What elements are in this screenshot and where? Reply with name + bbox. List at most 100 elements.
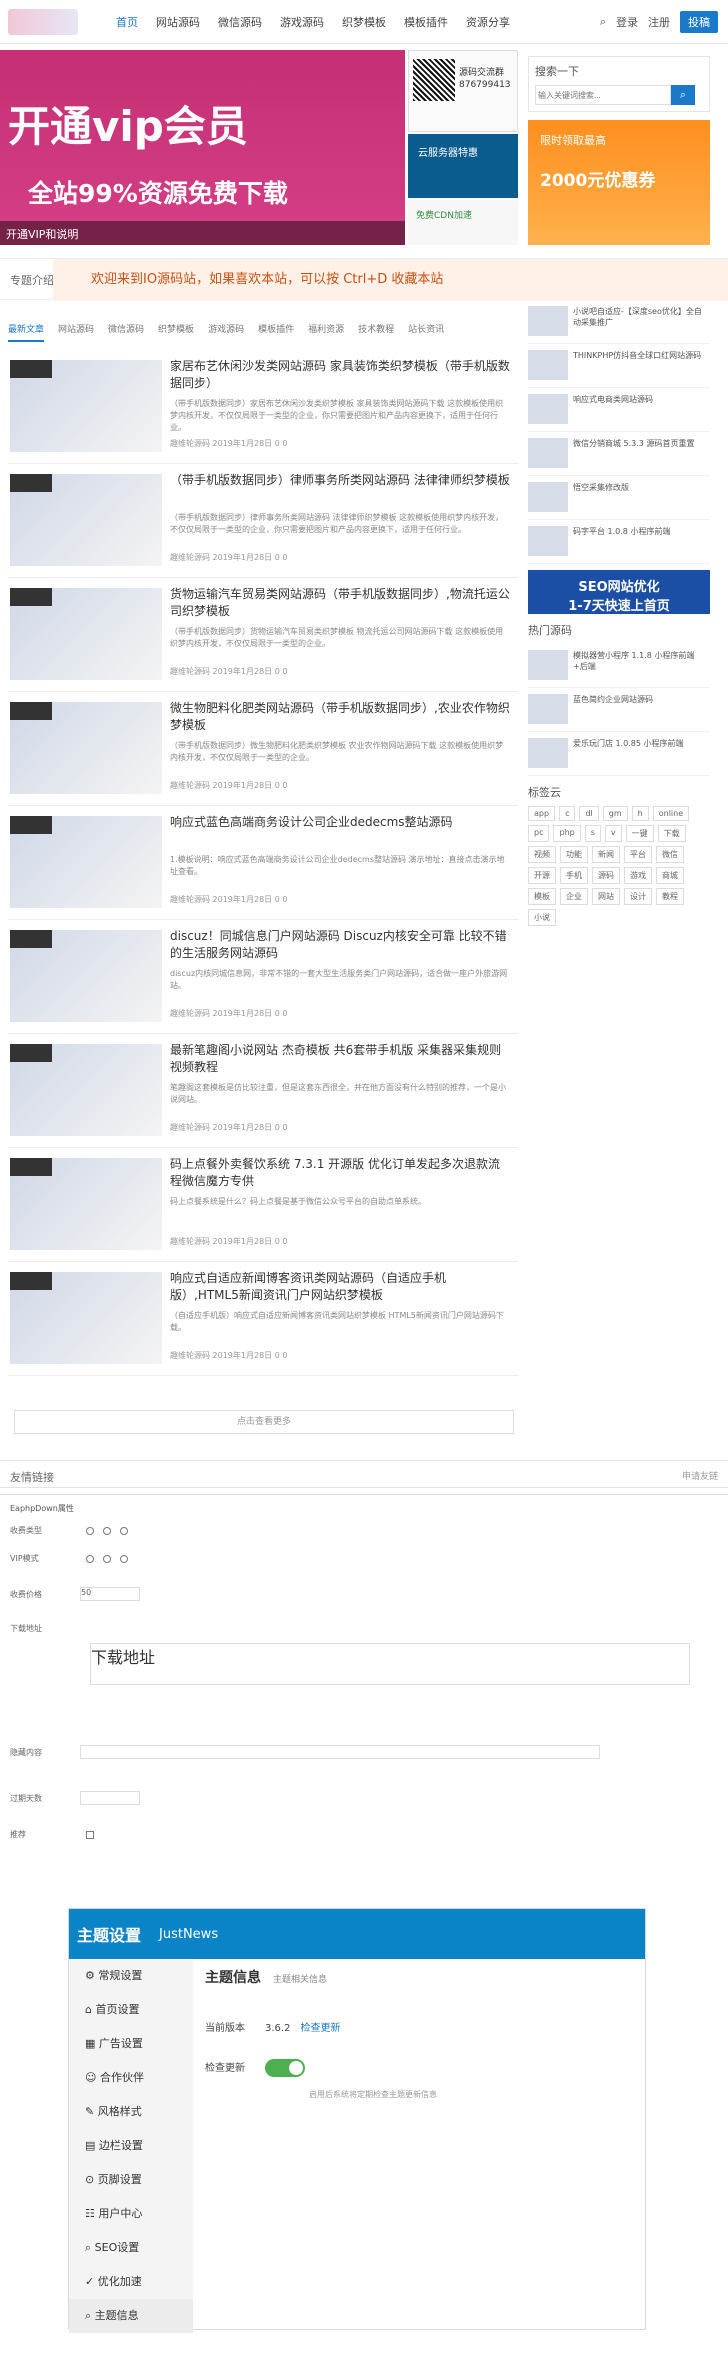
radio-option[interactable] xyxy=(103,1526,111,1535)
article-thumbnail[interactable] xyxy=(10,816,162,908)
tag-item[interactable]: 新闻 xyxy=(592,846,620,863)
sidebar-thumb[interactable] xyxy=(528,394,568,424)
menu-home[interactable]: ⌂ 首页设置 xyxy=(69,1993,193,2027)
sidebar-thumb[interactable] xyxy=(528,350,568,380)
sidebar-list-item[interactable]: 响应式电商类网站源码 xyxy=(528,388,710,432)
tab-latest[interactable]: 最新文章 xyxy=(8,322,45,342)
menu-partner[interactable]: ☺ 合作伙伴 xyxy=(69,2061,193,2095)
article-title[interactable]: discuz！同城信息门户网站源码 Discuz内核安全可靠 比较不错的生活服务… xyxy=(170,928,510,962)
article-thumbnail[interactable] xyxy=(10,474,162,566)
tag-item[interactable]: 教程 xyxy=(656,888,684,905)
hot-list-item[interactable]: 模拟器营小程序 1.1.8 小程序前端+后端 xyxy=(528,644,710,688)
sidebar-thumb[interactable] xyxy=(528,526,568,556)
coupon-ad[interactable]: 限时领取最高 2000元优惠券 xyxy=(528,120,710,245)
tag-item[interactable]: 视频 xyxy=(528,846,556,863)
sidebar-thumb[interactable] xyxy=(528,482,568,512)
sidebar-item-title[interactable]: 响应式电商类网站源码 xyxy=(573,394,708,405)
sidebar-thumb[interactable] xyxy=(528,306,568,336)
sidebar-thumb[interactable] xyxy=(528,438,568,468)
tag-item[interactable]: app xyxy=(528,806,556,821)
article-item[interactable]: 响应式自适应新闻博客资讯类网站源码（自适应手机版）,HTML5新闻资讯门户网站织… xyxy=(8,1262,518,1376)
main-banner[interactable]: 开通vip会员 全站99%资源免费下载 开通VIP和说明 xyxy=(0,50,405,245)
qr-promo[interactable]: 源码交流群 876799413 xyxy=(408,50,518,132)
article-thumbnail[interactable] xyxy=(10,588,162,680)
radio-option[interactable] xyxy=(86,1526,94,1535)
sidebar-list-item[interactable]: THINKPHP仿抖音全球口红网站源码 xyxy=(528,344,710,388)
menu-ad[interactable]: ▦ 广告设置 xyxy=(69,2027,193,2061)
tag-item[interactable]: 手机 xyxy=(560,867,588,884)
tag-item[interactable]: 平台 xyxy=(624,846,652,863)
hot-list-item[interactable]: 爱乐玩门店 1.0.85 小程序前端 xyxy=(528,732,710,776)
menu-sidebar[interactable]: ▤ 边栏设置 xyxy=(69,2129,193,2163)
tag-item[interactable]: 源码 xyxy=(592,867,620,884)
search-button[interactable]: ⌕ xyxy=(671,85,695,105)
article-item[interactable]: 最新笔趣阁小说网站 杰奇模板 共6套带手机版 采集器采集规则视频教程 笔趣阁这套模… xyxy=(8,1034,518,1148)
price-input[interactable]: 50 xyxy=(80,1587,140,1601)
tag-item[interactable]: dl xyxy=(579,806,599,821)
nav-wechat-source[interactable]: 微信源码 xyxy=(218,14,262,30)
seo-ad[interactable]: SEO网站优化 1-7天快速上首页 xyxy=(528,570,710,614)
search-input[interactable] xyxy=(535,85,671,105)
download-url-textarea[interactable]: 下载地址 xyxy=(90,1643,690,1685)
register-link[interactable]: 注册 xyxy=(648,14,670,30)
tag-item[interactable]: 设计 xyxy=(624,888,652,905)
tab-plugin[interactable]: 模板插件 xyxy=(258,322,294,342)
sidebar-item-title[interactable]: 码字平台 1.0.8 小程序前端 xyxy=(573,526,708,537)
menu-seo[interactable]: ⌕ SEO设置 xyxy=(69,2231,193,2265)
load-more-button[interactable]: 点击查看更多 xyxy=(14,1410,514,1434)
article-title[interactable]: 微生物肥料化肥类网站源码（带手机版数据同步）,农业农作物织梦模板 xyxy=(170,700,510,734)
search-icon[interactable]: ⌕ xyxy=(600,15,606,29)
menu-optimize[interactable]: ✓ 优化加速 xyxy=(69,2265,193,2299)
tag-item[interactable]: v xyxy=(604,825,622,842)
tag-item[interactable]: php xyxy=(553,825,581,842)
tag-item[interactable]: 商城 xyxy=(656,867,684,884)
article-title[interactable]: 最新笔趣阁小说网站 杰奇模板 共6套带手机版 采集器采集规则视频教程 xyxy=(170,1042,510,1076)
hot-thumb[interactable] xyxy=(528,694,568,724)
update-toggle[interactable] xyxy=(265,2059,305,2077)
tag-item[interactable]: 小说 xyxy=(528,909,556,926)
tag-item[interactable]: h xyxy=(631,806,649,821)
tab-tutorial[interactable]: 技术教程 xyxy=(358,322,394,342)
tab-news[interactable]: 站长资讯 xyxy=(408,322,444,342)
server-promo[interactable]: 云服务器特惠 xyxy=(408,134,518,198)
tag-item[interactable]: pc xyxy=(528,825,550,842)
article-item[interactable]: 微生物肥料化肥类网站源码（带手机版数据同步）,农业农作物织梦模板 （带手机版数据同… xyxy=(8,692,518,806)
nav-resource[interactable]: 资源分享 xyxy=(466,14,510,30)
sidebar-item-title[interactable]: 悟空采集修改版 xyxy=(573,482,708,493)
tab-dede[interactable]: 织梦模板 xyxy=(158,322,194,342)
tab-benefit[interactable]: 福利资源 xyxy=(308,322,344,342)
article-title[interactable]: 码上点餐外卖餐饮系统 7.3.1 开源版 优化订单发起多次退款流程微信魔方专供 xyxy=(170,1156,510,1190)
hot-list-item[interactable]: 蓝色简约企业网站源码 xyxy=(528,688,710,732)
tag-item[interactable]: gm xyxy=(602,806,628,821)
expire-days-input[interactable] xyxy=(80,1791,140,1805)
nav-site-source[interactable]: 网站源码 xyxy=(156,14,200,30)
contribute-button[interactable]: 投稿 xyxy=(680,10,718,33)
article-item[interactable]: discuz！同城信息门户网站源码 Discuz内核安全可靠 比较不错的生活服务… xyxy=(8,920,518,1034)
tag-item[interactable]: 一键 xyxy=(625,825,654,842)
radio-option[interactable] xyxy=(103,1554,111,1563)
article-title[interactable]: （带手机版数据同步）律师事务所类网站源码 法律律师织梦模板 xyxy=(170,472,510,489)
tag-item[interactable]: 游戏 xyxy=(624,867,652,884)
tag-item[interactable]: 模板 xyxy=(528,888,556,905)
sidebar-list-item[interactable]: 微信分销商城 5.3.3 源码首页重置 xyxy=(528,432,710,476)
menu-theme-info[interactable]: ⌕ 主题信息 xyxy=(69,2299,193,2333)
hidden-content-input[interactable] xyxy=(80,1745,600,1759)
tag-item[interactable]: 功能 xyxy=(560,846,588,863)
article-title[interactable]: 货物运输汽车贸易类网站源码（带手机版数据同步）,物流托运公司织梦模板 xyxy=(170,586,510,620)
radio-option[interactable] xyxy=(86,1554,94,1563)
radio-option[interactable] xyxy=(120,1526,128,1535)
apply-friend-link[interactable]: 申请友链 xyxy=(682,1469,718,1482)
tab-wechat[interactable]: 微信源码 xyxy=(108,322,144,342)
tag-item[interactable]: 开源 xyxy=(528,867,556,884)
nav-plugin[interactable]: 模板插件 xyxy=(404,14,448,30)
article-item[interactable]: 响应式蓝色高端商务设计公司企业dedecms整站源码 1.模板说明：响应式蓝色高端… xyxy=(8,806,518,920)
tag-item[interactable]: c xyxy=(559,806,576,821)
article-item[interactable]: 货物运输汽车贸易类网站源码（带手机版数据同步）,物流托运公司织梦模板 （带手机版数… xyxy=(8,578,518,692)
menu-style[interactable]: ✎ 风格样式 xyxy=(69,2095,193,2129)
menu-general[interactable]: ⚙ 常规设置 xyxy=(69,1959,193,1993)
sidebar-item-title[interactable]: 小说吧自适应-【深度seo优化】全自动采集推广 xyxy=(573,306,708,328)
check-update-link[interactable]: 检查更新 xyxy=(300,2023,340,2034)
tab-game[interactable]: 游戏源码 xyxy=(208,322,244,342)
article-item[interactable]: 码上点餐外卖餐饮系统 7.3.1 开源版 优化订单发起多次退款流程微信魔方专供码… xyxy=(8,1148,518,1262)
hot-item-title[interactable]: 爱乐玩门店 1.0.85 小程序前端 xyxy=(573,738,708,749)
